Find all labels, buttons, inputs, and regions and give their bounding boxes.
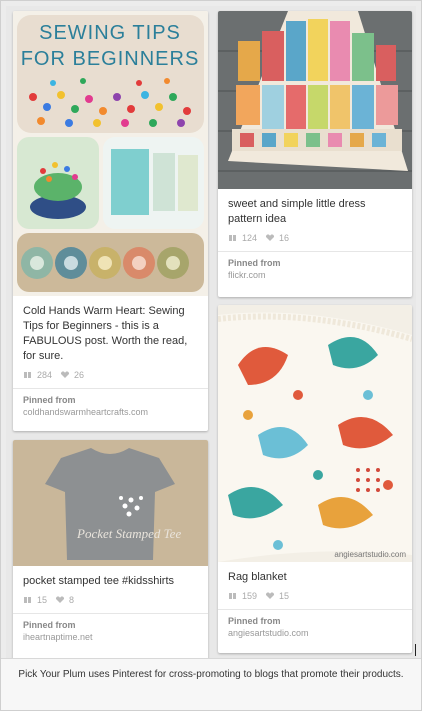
image-title-line1: SEWING TIPS: [39, 22, 181, 44]
pinned-from-label: Pinned from: [228, 616, 281, 626]
heart-icon: [265, 592, 275, 600]
pin-stats: 284 26: [13, 364, 208, 388]
like-count: 26: [74, 370, 85, 380]
heart-icon: [60, 371, 70, 379]
repin-count: 15: [37, 595, 48, 605]
pin-stats: 124 16: [218, 227, 412, 251]
pin-description: Rag blanket: [228, 571, 287, 583]
image-overlay-text: Pocket Stamped Tee: [76, 526, 181, 541]
pinned-from-label: Pinned from: [23, 395, 76, 405]
pinned-from[interactable]: Pinned from angiesartstudio.com: [218, 610, 412, 646]
repin-count: 159: [242, 591, 258, 601]
heart-icon: [55, 596, 65, 604]
pin-source-link[interactable]: flickr.com: [228, 270, 402, 280]
pin-description: pocket stamped tee #kidsshirts: [23, 575, 175, 587]
repin-icon: [228, 234, 238, 242]
heart-icon: [265, 234, 275, 242]
pin-description: sweet and simple little dress pattern id…: [228, 198, 366, 225]
pin-card[interactable]: sweet and simple little dress pattern id…: [218, 11, 412, 297]
image-title-line2: FOR BEGINNERS: [21, 48, 200, 70]
pinned-from[interactable]: Pinned from coldhandswarmheartcrafts.com: [13, 389, 208, 425]
image-watermark: angiesartstudio.com: [334, 550, 406, 559]
pinned-from-label: Pinned from: [228, 258, 281, 268]
pin-image[interactable]: [218, 11, 412, 189]
pin-grid: SEWING TIPS FOR BEGINNERS Cold Hands War…: [6, 6, 416, 660]
repin-icon: [23, 596, 33, 604]
dress-image: [218, 11, 412, 189]
blanket-image: angiesartstudio.com: [218, 305, 412, 562]
pin-description: Cold Hands Warm Heart: Sewing Tips for B…: [23, 305, 188, 362]
pinned-from-label: Pinned from: [23, 620, 76, 630]
pin-source-link[interactable]: iheartnaptime.net: [23, 632, 198, 642]
figure-caption: Pick Your Plum uses Pinterest for cross-…: [1, 658, 421, 710]
repin-count: 124: [242, 233, 258, 243]
pinned-from[interactable]: Pinned from flickr.com: [218, 252, 412, 288]
repin-icon: [228, 592, 238, 600]
like-count: 8: [69, 595, 75, 605]
pinned-from[interactable]: Pinned from iheartnaptime.net: [13, 614, 208, 650]
pin-source-link[interactable]: angiesartstudio.com: [228, 628, 402, 638]
pin-image[interactable]: Pocket Stamped Tee: [13, 440, 208, 566]
like-count: 15: [279, 591, 290, 601]
pin-source-link[interactable]: coldhandswarmheartcrafts.com: [23, 407, 198, 417]
text-cursor: [415, 644, 416, 656]
screenshot-frame: SEWING TIPS FOR BEGINNERS Cold Hands War…: [0, 0, 422, 711]
pin-image[interactable]: angiesartstudio.com: [218, 305, 412, 562]
repin-icon: [23, 371, 33, 379]
pin-card[interactable]: SEWING TIPS FOR BEGINNERS Cold Hands War…: [13, 11, 208, 431]
tee-image: Pocket Stamped Tee: [13, 440, 208, 566]
like-count: 16: [279, 233, 290, 243]
sewing-collage-image: SEWING TIPS FOR BEGINNERS: [13, 11, 208, 296]
pin-card[interactable]: angiesartstudio.com Rag blanket 159 15 P…: [218, 305, 412, 653]
pin-image[interactable]: SEWING TIPS FOR BEGINNERS: [13, 11, 208, 296]
pin-card[interactable]: Pocket Stamped Tee pocket stamped tee #k…: [13, 440, 208, 660]
repin-count: 284: [37, 370, 53, 380]
pin-stats: 15 8: [13, 589, 208, 613]
pin-stats: 159 15: [218, 585, 412, 609]
